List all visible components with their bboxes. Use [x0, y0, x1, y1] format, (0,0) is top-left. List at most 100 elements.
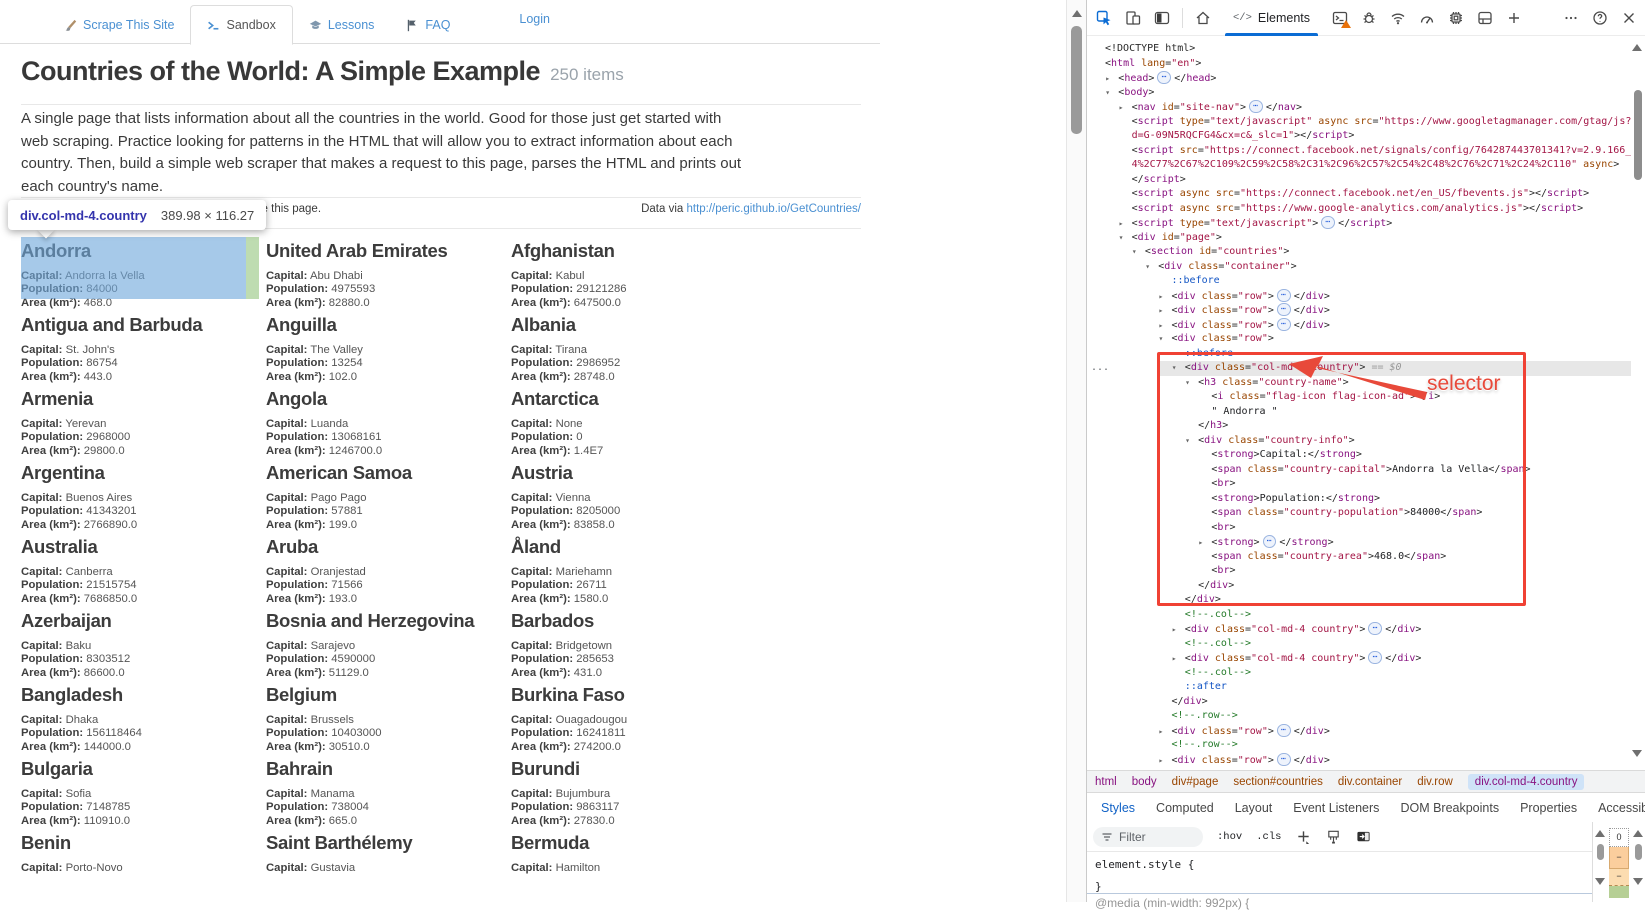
expand-inline-icon[interactable]: ⋯ — [1263, 535, 1277, 548]
dom-node[interactable]: </div> — [1087, 593, 1631, 608]
expand-arrow-icon[interactable]: ▸ — [1119, 101, 1132, 115]
new-style-rule-button[interactable] — [1295, 829, 1311, 845]
toggle-class-button[interactable]: .cls — [1256, 831, 1281, 843]
dom-node[interactable]: <strong>Population:</strong> — [1087, 492, 1631, 507]
scrollbar-down-arrow-icon[interactable] — [1595, 878, 1605, 885]
more-options-icon[interactable] — [1562, 9, 1580, 27]
dom-node[interactable]: <!--.row--> — [1087, 709, 1631, 724]
expand-arrow-icon[interactable]: ▾ — [1185, 376, 1198, 391]
expand-arrow-icon[interactable]: ▾ — [1105, 86, 1118, 101]
dom-node[interactable]: <br> — [1087, 564, 1631, 579]
dom-node[interactable]: ▸<div class="row">⋯</div> — [1087, 318, 1631, 333]
expand-arrow-icon[interactable]: ▾ — [1119, 231, 1132, 246]
add-tools-icon[interactable] — [1505, 9, 1523, 27]
expand-inline-icon[interactable]: ⋯ — [1249, 100, 1263, 113]
dom-node[interactable]: ▾<div id="page"> — [1087, 231, 1631, 246]
dom-node[interactable]: </script> — [1087, 173, 1631, 188]
device-emulation-icon[interactable] — [1124, 9, 1142, 27]
scrollbar-thumb[interactable] — [1597, 844, 1604, 860]
expand-arrow-icon[interactable]: ▾ — [1159, 332, 1172, 347]
element-style-rule[interactable]: element.style { — [1095, 858, 1194, 871]
dom-node[interactable]: <script type="text/javascript" async src… — [1087, 115, 1631, 130]
dom-node[interactable]: ▸<div class="col-md-4 country">⋯</div> — [1087, 622, 1631, 637]
dom-node[interactable]: <span class="country-area">468.0</span> — [1087, 550, 1631, 565]
dom-node[interactable]: ▾<div class="row"> — [1087, 332, 1631, 347]
dom-node[interactable]: ▾<section id="countries"> — [1087, 245, 1631, 260]
dom-node[interactable]: " Andorra " — [1087, 405, 1631, 420]
breadcrumb-section-countries[interactable]: section#countries — [1233, 776, 1323, 788]
dom-node[interactable]: ▸<div class="row">⋯</div> — [1087, 724, 1631, 739]
scrollbar-thumb[interactable] — [1071, 26, 1082, 134]
toggle-hover-state-button[interactable]: :hov — [1217, 831, 1242, 843]
memory-icon[interactable] — [1447, 9, 1465, 27]
dom-node[interactable]: </div> — [1087, 579, 1631, 594]
dom-node[interactable]: ::before — [1087, 347, 1631, 362]
dom-node[interactable]: <html lang="en"> — [1087, 57, 1631, 72]
scrollbar-up-arrow-icon[interactable] — [1595, 830, 1605, 837]
data-source-link[interactable]: http://peric.github.io/GetCountries/ — [686, 203, 861, 215]
expand-inline-icon[interactable]: ⋯ — [1368, 622, 1382, 635]
expand-arrow-icon[interactable]: ▸ — [1159, 290, 1172, 304]
dom-node[interactable]: ▸<nav id="site-nav">⋯</nav> — [1087, 100, 1631, 115]
dom-node[interactable]: </div> — [1087, 695, 1631, 710]
expand-inline-icon[interactable]: ⋯ — [1277, 303, 1291, 316]
expand-arrow-icon[interactable]: ▾ — [1172, 361, 1185, 376]
tab-properties[interactable]: Properties — [1520, 801, 1577, 815]
dom-node[interactable]: <!--.col--> — [1087, 637, 1631, 652]
network-icon[interactable] — [1389, 9, 1407, 27]
node-menu-icon[interactable]: ... — [1091, 361, 1109, 376]
scrollbar-up-arrow-icon[interactable] — [1072, 10, 1082, 17]
dom-node[interactable]: ▸<script type="text/javascript">⋯</scrip… — [1087, 216, 1631, 231]
breadcrumb-div-col-md-4-country[interactable]: div.col-md-4.country — [1468, 774, 1585, 790]
dom-node[interactable]: ▸<div class="col-md-4 country">⋯</div> — [1087, 651, 1631, 666]
expand-arrow-icon[interactable]: ▸ — [1159, 304, 1172, 318]
expand-arrow-icon[interactable]: ▸ — [1198, 536, 1211, 550]
dom-node[interactable]: ::before — [1087, 274, 1631, 289]
dom-node[interactable]: d=G-09N5RQCFG4&cx=c&_slc=1"></script> — [1087, 129, 1631, 144]
dom-node[interactable]: ▾<body> — [1087, 86, 1631, 101]
console-icon[interactable] — [1331, 9, 1349, 27]
performance-icon[interactable] — [1418, 9, 1436, 27]
expand-inline-icon[interactable]: ⋯ — [1277, 289, 1291, 302]
scrollbar-down-arrow-icon[interactable] — [1633, 878, 1643, 885]
dom-node-selected[interactable]: ...▾<div class="col-md-4 country"> == $0 — [1087, 361, 1631, 376]
help-icon[interactable] — [1591, 9, 1609, 27]
dom-node[interactable]: ▾<div class="country-info"> — [1087, 434, 1631, 449]
expand-inline-icon[interactable]: ⋯ — [1368, 651, 1382, 664]
dom-scrollbar-up-icon[interactable] — [1632, 44, 1642, 51]
expand-arrow-icon[interactable]: ▸ — [1172, 652, 1185, 666]
dom-node[interactable]: ▸<div class="row">⋯</div> — [1087, 303, 1631, 318]
dom-node[interactable]: ▾<div class="container"> — [1087, 260, 1631, 275]
dom-node[interactable]: ▸<div class="row">⋯</div> — [1087, 289, 1631, 304]
application-icon[interactable] — [1476, 9, 1494, 27]
dom-node[interactable]: <script async src="https://www.google-an… — [1087, 202, 1631, 217]
nav-item-lessons[interactable]: Lessons — [293, 6, 391, 44]
dom-node[interactable]: <br> — [1087, 521, 1631, 536]
dom-node[interactable]: <!--.row--> — [1087, 738, 1631, 753]
dom-node[interactable]: <!--.col--> — [1087, 608, 1631, 623]
dom-node[interactable]: <script src="https://connect.facebook.ne… — [1087, 144, 1631, 159]
issues-icon[interactable] — [1360, 9, 1378, 27]
dom-node[interactable]: <script async src="https://connect.faceb… — [1087, 187, 1631, 202]
tab-layout[interactable]: Layout — [1235, 801, 1273, 815]
styles-scrollbar[interactable] — [1594, 826, 1607, 902]
dom-node[interactable]: ▸<strong>⋯</strong> — [1087, 535, 1631, 550]
expand-inline-icon[interactable]: ⋯ — [1277, 724, 1291, 737]
close-icon[interactable] — [1620, 9, 1638, 27]
expand-arrow-icon[interactable]: ▸ — [1172, 623, 1185, 637]
tab-computed[interactable]: Computed — [1156, 801, 1214, 815]
expand-arrow-icon[interactable]: ▸ — [1159, 725, 1172, 739]
tab-accessibility[interactable]: Accessibility — [1598, 801, 1645, 815]
breadcrumb-body[interactable]: body — [1132, 776, 1157, 788]
expand-inline-icon[interactable]: ⋯ — [1321, 216, 1335, 229]
login-link[interactable]: Login — [519, 12, 550, 26]
dom-node[interactable]: ▸<div class="row">⋯</div> — [1087, 753, 1631, 768]
tab-event-listeners[interactable]: Event Listeners — [1293, 801, 1379, 815]
scrollbar-thumb[interactable] — [1635, 844, 1642, 860]
dom-node[interactable]: <!--.col--> — [1087, 666, 1631, 681]
dom-node[interactable]: ▾<h3 class="country-name"> — [1087, 376, 1631, 391]
dom-node[interactable]: </h3> — [1087, 419, 1631, 434]
expand-arrow-icon[interactable]: ▸ — [1159, 754, 1172, 768]
expand-inline-icon[interactable]: ⋯ — [1277, 318, 1291, 331]
breadcrumb-div-row[interactable]: div.row — [1417, 776, 1453, 788]
